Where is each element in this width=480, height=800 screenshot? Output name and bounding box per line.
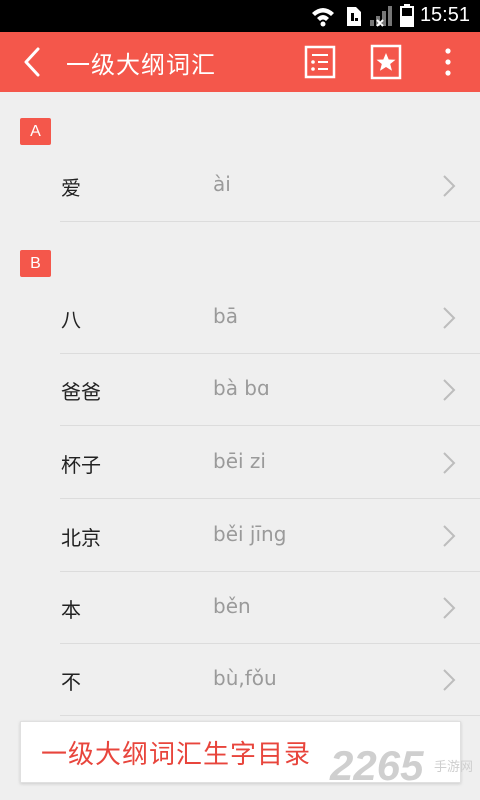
- chevron-right-icon: [443, 379, 456, 401]
- section-header-a: A: [20, 118, 51, 145]
- word-label: 杯子: [61, 453, 101, 477]
- chevron-right-icon: [443, 452, 456, 474]
- word-label: 本: [61, 598, 81, 622]
- pinyin-label: bēi zi: [213, 449, 266, 473]
- list-item[interactable]: 八 bā: [0, 282, 480, 354]
- pinyin-label: bù,fǒu: [213, 666, 277, 690]
- list-item[interactable]: 北京 běi jīng: [0, 500, 480, 572]
- divider: [60, 498, 480, 499]
- pinyin-label: ài: [213, 172, 231, 196]
- word-list-icon[interactable]: [298, 32, 342, 92]
- character-index-label: 一级大纲词汇生字目录: [41, 740, 312, 770]
- pinyin-label: běi jīng: [213, 522, 287, 546]
- watermark-text: 手游网: [434, 760, 474, 775]
- chevron-right-icon: [443, 597, 456, 619]
- clock: 15:51: [419, 4, 470, 26]
- divider: [60, 221, 480, 222]
- word-label: 不: [61, 670, 81, 694]
- list-item[interactable]: 爸爸 bà bɑ: [0, 354, 480, 426]
- chevron-right-icon: [443, 307, 456, 329]
- word-label: 爸爸: [61, 380, 101, 404]
- site-watermark: 2265 手游网: [330, 742, 480, 792]
- status-bar: 15:51: [0, 0, 480, 32]
- chevron-right-icon: [443, 175, 456, 197]
- list-item[interactable]: 杯子 bēi zi: [0, 427, 480, 499]
- vocabulary-list: A 爱 ài B 八 bā 爸爸 bà bɑ 杯子 bēi zi 北京 běi …: [0, 92, 480, 800]
- pinyin-label: bā: [213, 304, 238, 328]
- watermark-number: 2265: [330, 742, 424, 789]
- pinyin-label: běn: [213, 594, 251, 618]
- page-title: 一级大纲词汇: [66, 51, 216, 79]
- word-label: 爱: [61, 176, 81, 200]
- wifi-icon: [312, 8, 334, 27]
- section-header-b: B: [20, 250, 51, 277]
- list-item[interactable]: 爱 ài: [0, 150, 480, 222]
- word-label: 北京: [61, 526, 101, 550]
- back-arrow-icon[interactable]: [8, 32, 52, 92]
- list-item[interactable]: 不 bù,fǒu: [0, 644, 480, 716]
- signal-icon: [370, 6, 392, 27]
- divider: [60, 425, 480, 426]
- pinyin-label: bà bɑ: [213, 376, 270, 400]
- more-options-icon[interactable]: [426, 32, 470, 92]
- battery-icon: [400, 4, 414, 27]
- word-label: 八: [61, 308, 81, 332]
- chevron-right-icon: [443, 525, 456, 547]
- favorites-star-icon[interactable]: [364, 32, 408, 92]
- divider: [60, 715, 480, 716]
- list-item[interactable]: 本 běn: [0, 572, 480, 644]
- sim-card-icon: [347, 7, 361, 26]
- app-bar: 一级大纲词汇: [0, 32, 480, 92]
- chevron-right-icon: [443, 669, 456, 691]
